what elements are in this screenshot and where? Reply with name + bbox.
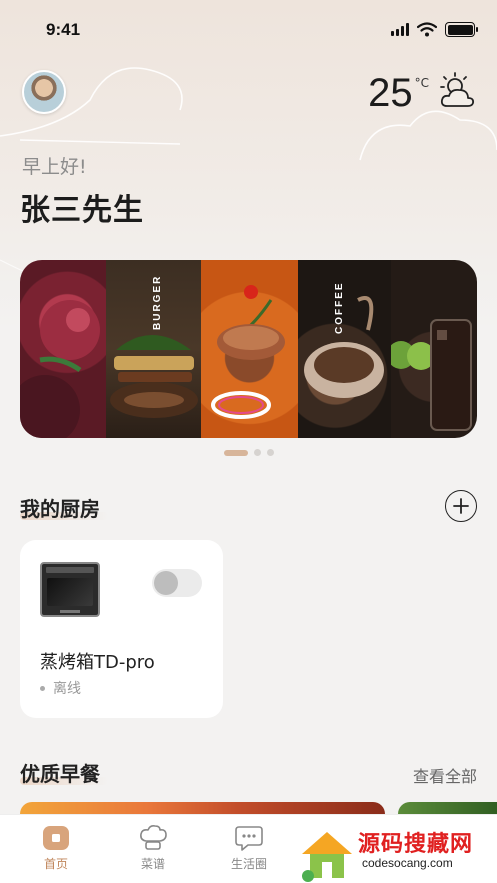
see-all-link[interactable]: 查看全部 [413,763,477,787]
carousel-dot-active[interactable] [223,449,248,456]
chef-hat-icon [140,825,167,850]
tab-life-label: 生活圈 [230,857,267,871]
temperature-unit: °C [414,76,429,90]
banner-panel-burger: BURGER [106,260,201,438]
banner-label-coffee: COFFEE [334,281,345,334]
carousel-dot[interactable] [266,449,274,456]
tab-home[interactable]: 首页 [26,825,86,872]
wifi-icon [417,22,437,37]
add-device-button[interactable] [445,490,477,522]
temperature: 25 [368,71,413,115]
device-status: 离线 [40,678,81,698]
tab-recipes-label: 菜谱 [140,857,165,871]
watermark: 源码搜藏网 codesocang.com [296,826,497,883]
breakfast-section-title: 优质早餐 [20,762,100,786]
banner-panel-steak [201,260,298,438]
chat-bubble-icon [235,826,263,851]
status-time: 9:41 [46,20,81,39]
status-bar: 9:41 [0,0,497,60]
avatar[interactable] [22,70,66,114]
watermark-url: codesocang.com [362,856,453,870]
home-icon [43,826,69,850]
banner-label-burger: BURGER [152,274,163,330]
device-name: 蒸烤箱TD-pro [40,652,155,673]
oven-image [40,562,100,617]
weather-widget: 25 °C [368,68,477,118]
tab-home-label: 首页 [43,857,68,871]
watermark-logo-icon [302,832,352,882]
device-card[interactable]: 蒸烤箱TD-pro 离线 [20,540,223,718]
banner-panel-cola [391,260,477,438]
banner-carousel[interactable]: BURGER COFFEE [20,260,477,438]
cola-image [391,319,472,431]
steak-image [211,285,285,419]
battery-icon [445,22,478,37]
device-power-toggle[interactable] [152,569,202,597]
watermark-text: 源码搜藏网 [358,832,474,857]
banner-panel-icecream [20,260,106,438]
signal-icon [391,23,409,36]
offline-dot-icon [40,685,45,691]
kitchen-section-title: 我的厨房 [20,497,100,521]
tab-recipes[interactable]: 菜谱 [123,825,183,872]
plus-circle-icon [453,498,469,514]
status-icons [391,22,478,37]
carousel-dot[interactable] [253,449,261,456]
device-status-text: 离线 [53,681,81,697]
carousel-indicator [0,449,497,456]
banner-panel-coffee: COFFEE [298,260,391,438]
user-name: 张三先生 [20,193,144,228]
toggle-knob [154,571,178,595]
greeting-text: 早上好! [22,156,87,178]
icecream-image [20,300,100,438]
partly-cloudy-icon [440,72,475,107]
tab-life-circle[interactable]: 生活圈 [219,825,279,872]
